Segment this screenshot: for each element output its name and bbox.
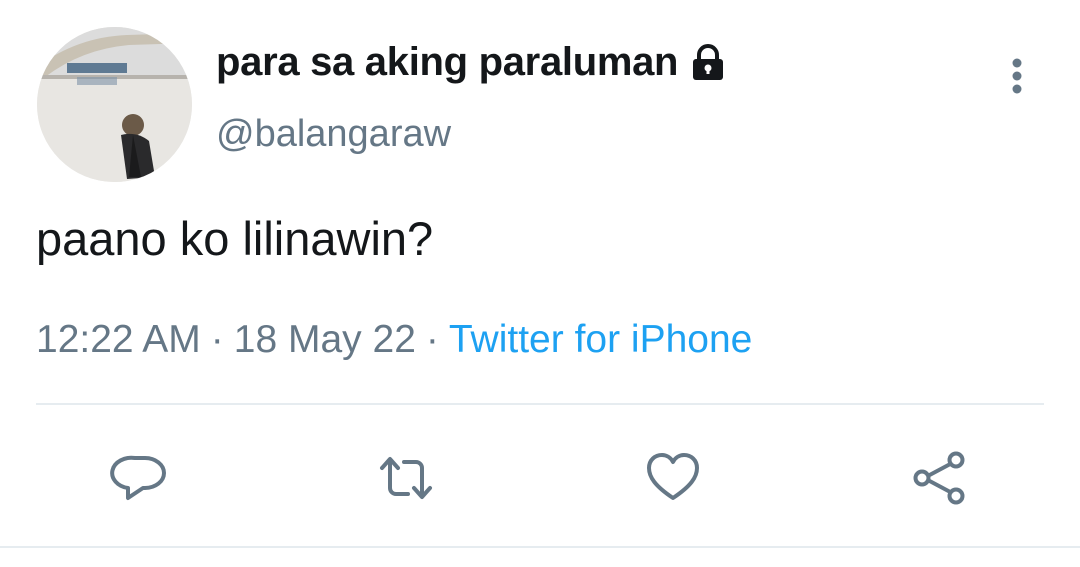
tweet-text: paano ko lilinawin? (36, 212, 434, 265)
display-name[interactable]: para sa aking paraluman (216, 40, 678, 85)
share-button[interactable] (908, 446, 972, 510)
avatar[interactable] (37, 27, 192, 182)
meta-separator: · (425, 318, 439, 361)
user-handle[interactable]: @balangaraw (216, 113, 451, 156)
tweet-meta: 12:22 AM · 18 May 22 · Twitter for iPhone (36, 318, 752, 362)
lock-icon (688, 43, 728, 83)
reply-button[interactable] (108, 446, 172, 510)
divider (36, 403, 1044, 405)
avatar-image (37, 27, 192, 182)
bottom-divider (0, 546, 1080, 548)
heart-icon (647, 453, 699, 500)
tweet-source-link[interactable]: Twitter for iPhone (449, 318, 752, 361)
meta-separator: · (210, 318, 224, 361)
reply-icon (110, 455, 166, 500)
display-name-row[interactable]: para sa aking paraluman (216, 40, 728, 85)
tweet-time[interactable]: 12:22 AM (36, 318, 201, 361)
share-icon (913, 451, 965, 505)
like-button[interactable] (641, 446, 705, 510)
tweet-date[interactable]: 18 May 22 (234, 318, 416, 361)
retweet-icon (380, 457, 432, 499)
more-vertical-icon[interactable] (1003, 56, 1031, 96)
retweet-button[interactable] (374, 446, 438, 510)
